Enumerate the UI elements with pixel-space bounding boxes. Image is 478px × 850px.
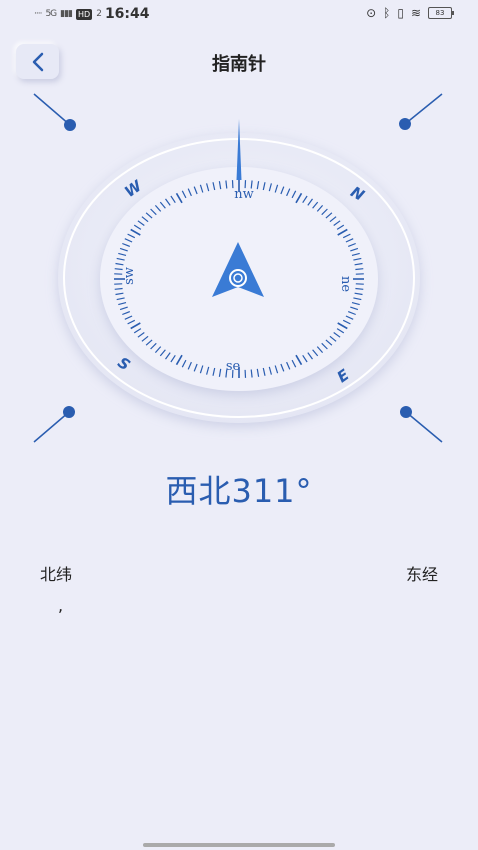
intercardinal-se: se [226,359,241,374]
status-right: ⊙ ᛒ ▯ ≋ 83 [366,6,454,20]
corner-dot-bl [63,406,75,418]
dial-tick [355,268,364,271]
dial-tick [114,287,123,290]
status-time: 16:44 [104,6,150,22]
corner-dot-tr [399,118,411,130]
status-left: ···· 5G ▮▮▮ HD 2 16:44 [34,6,150,22]
intercardinal-nw: nw [234,187,254,202]
latitude-value: , [58,596,64,615]
corner-line-bl [33,411,70,443]
dial-tick [355,287,364,290]
corner-line-tl [33,93,71,126]
heading-readout: 西北311° [165,472,313,510]
signal-dots-icon: ···· [34,9,43,19]
latitude-label: 北纬 [40,565,73,584]
intercardinal-sw: sw [122,267,137,285]
hd-badge: HD [76,8,93,20]
corner-dot-tl [64,119,76,131]
home-indicator[interactable] [143,843,335,847]
vibrate-icon: ▯ [397,6,404,20]
corner-dot-br [400,406,412,418]
battery-icon: 83 [428,7,454,19]
compass-widget: N E S W nw ne se sw [33,93,443,443]
longitude-label: 东经 [405,565,438,584]
wifi-icon: ≋ [410,6,421,20]
signal-5g-label: 5G [45,9,57,19]
signal-bars-icon: ▮▮▮ [60,9,73,19]
hd-sub: 2 [96,9,102,19]
location-icon: ⊙ [366,6,377,20]
page-title: 指南针 [212,54,266,75]
corner-line-br [405,411,443,443]
status-bar: ···· 5G ▮▮▮ HD 2 16:44 ⊙ ᛒ ▯ ≋ 83 [0,0,478,30]
corner-line-tr [404,93,443,125]
intercardinal-ne: ne [338,276,353,292]
bluetooth-icon: ᛒ [383,6,391,20]
